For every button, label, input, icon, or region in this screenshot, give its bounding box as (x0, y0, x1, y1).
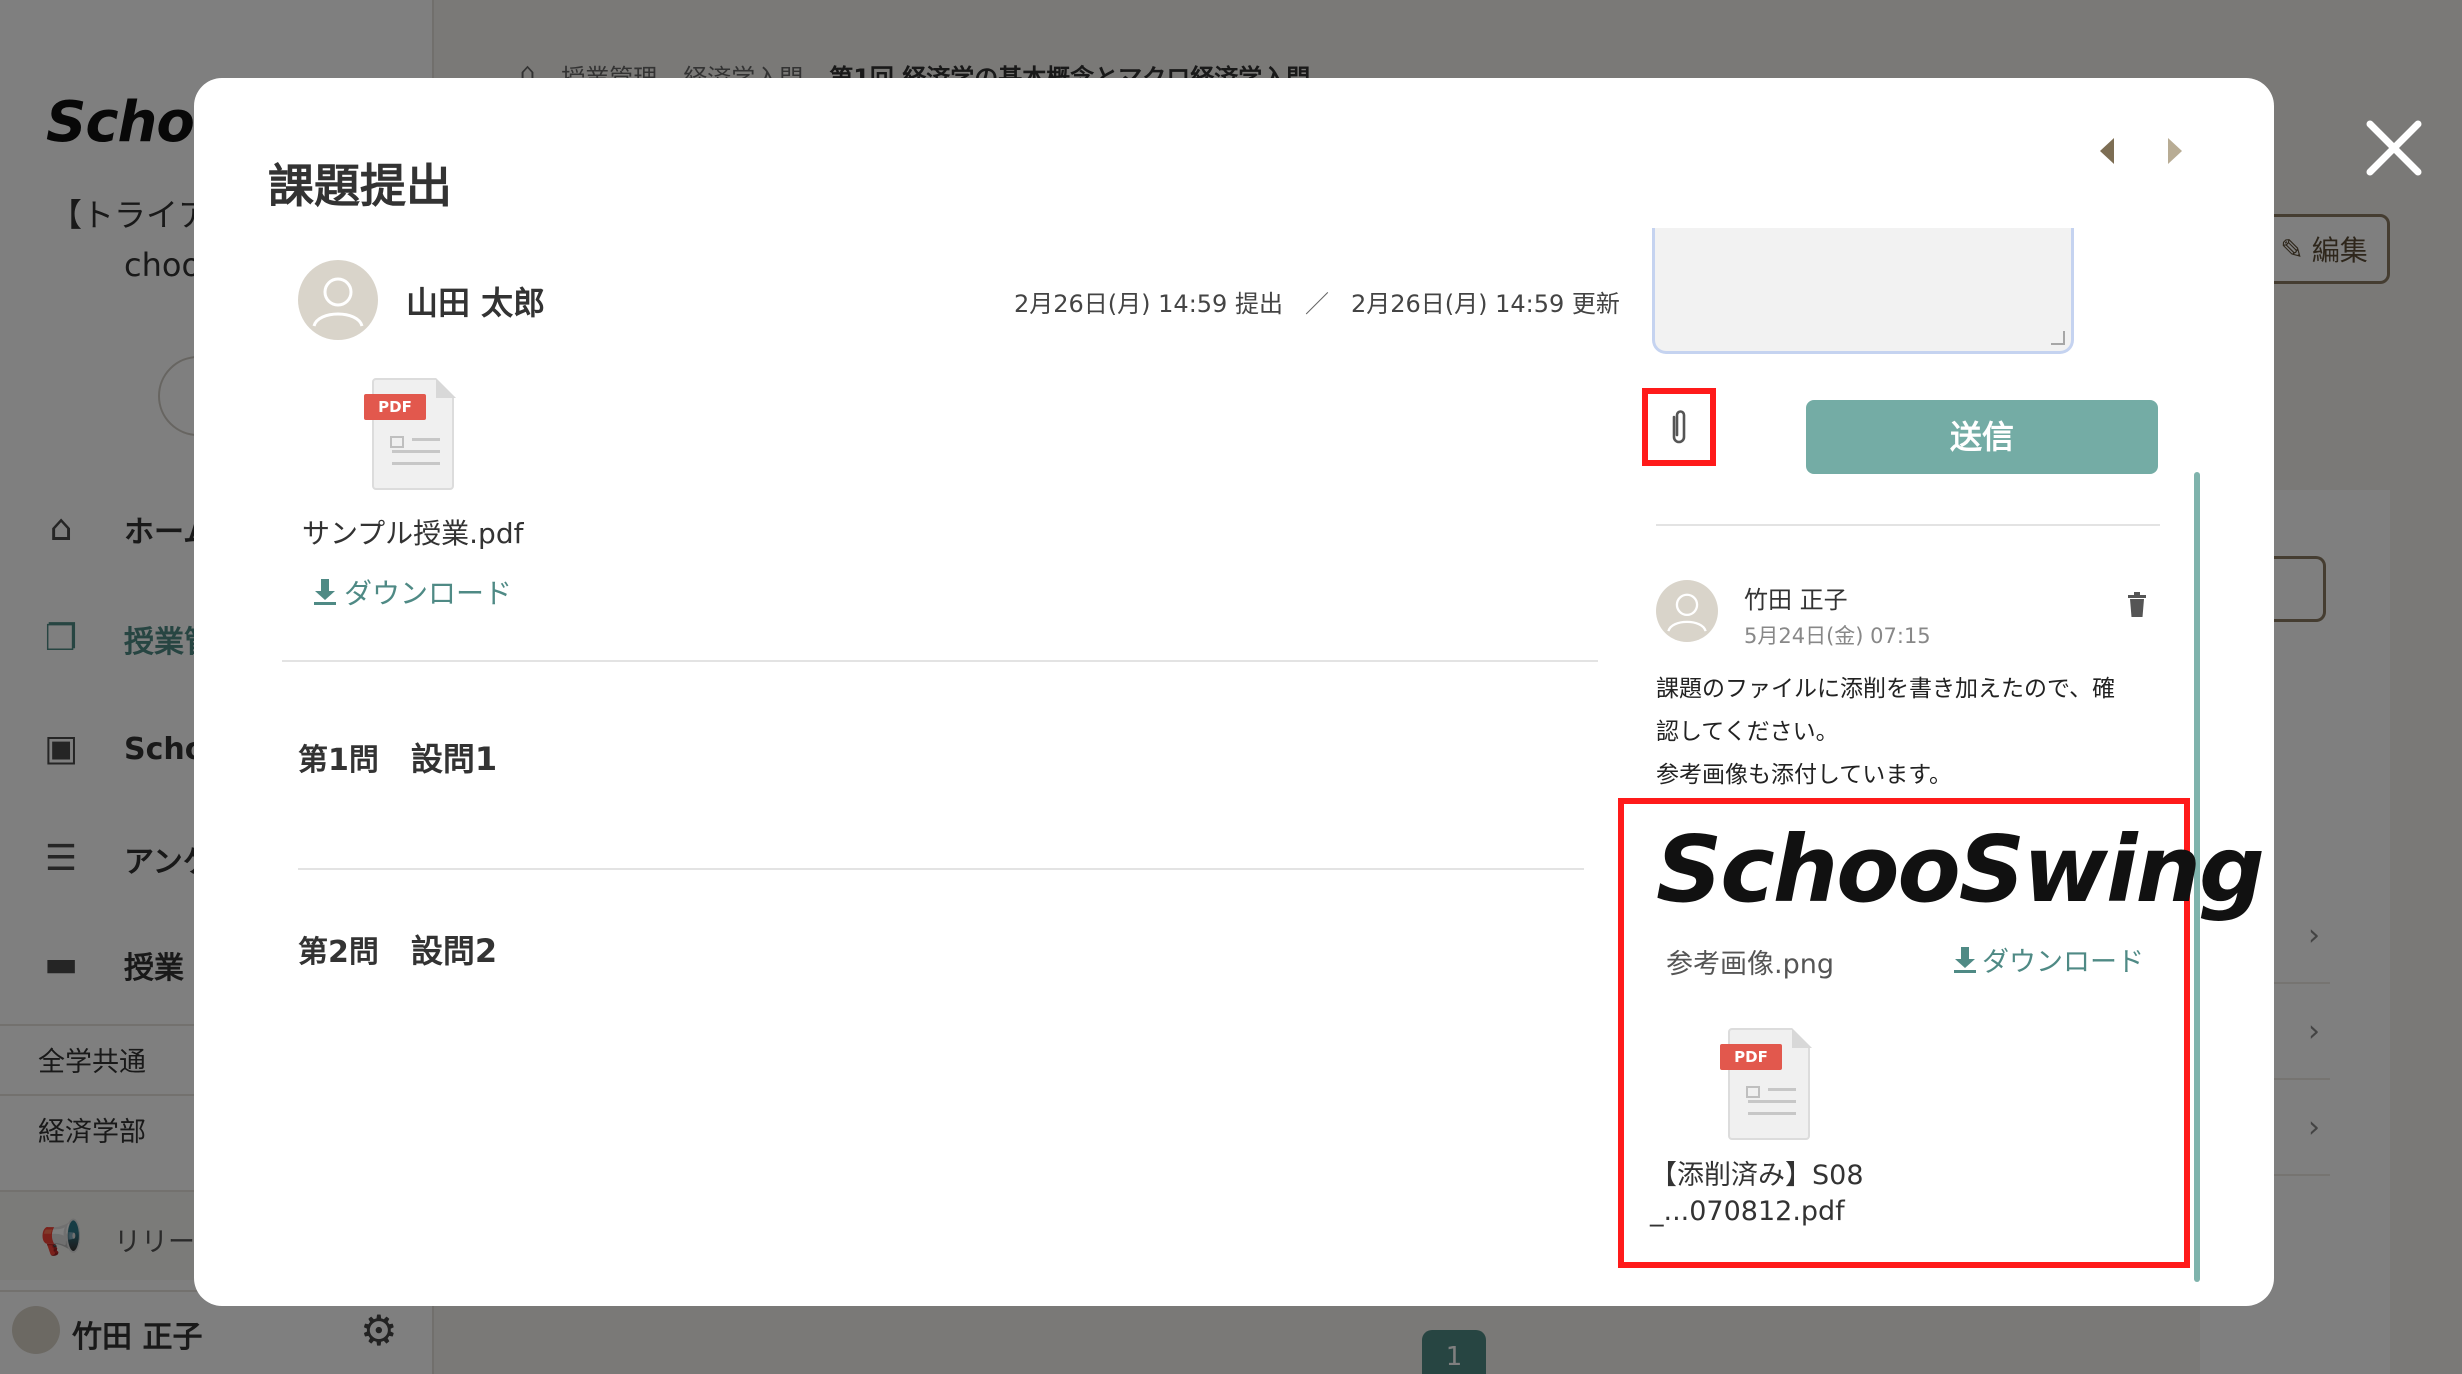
user-icon (1667, 593, 1707, 632)
question-title: 設問2 (410, 932, 498, 970)
resize-handle-icon[interactable] (2051, 331, 2065, 345)
pdf-name-line: 【添削済み】S08 (1650, 1160, 1864, 1191)
pdf-badge: PDF (1720, 1044, 1782, 1070)
comment-body: 課題のファイルに添削を書き加えたので、確 認してください。 参考画像も添付してい… (1656, 668, 2156, 797)
question-number: 第2問 (298, 935, 379, 970)
previous-arrow-icon[interactable] (2100, 138, 2114, 164)
comment-line: 課題のファイルに添削を書き加えたので、確 (1656, 676, 2116, 702)
pdf-file-icon: PDF (364, 378, 464, 498)
download-icon (314, 579, 336, 605)
trash-icon[interactable] (2126, 592, 2148, 618)
avatar (1656, 580, 1718, 642)
attached-image-name: 参考画像.png (1666, 949, 1834, 980)
attach-file-button[interactable] (1642, 388, 1716, 466)
attached-pdf[interactable]: PDF (1720, 1028, 1820, 1148)
submission-modal: 課題提出 山田 太郎 2月26日(月) 14:59 提出／ 2月26日(月) 14… (194, 78, 2274, 1306)
comment-date: 5月24日(金) 07:15 (1744, 624, 1931, 648)
divider (1656, 524, 2160, 526)
pdf-name-line: _...070812.pdf (1650, 1196, 1845, 1227)
date-separator: ／ (1304, 290, 1329, 318)
download-label: ダウンロード (344, 577, 513, 610)
comment-author: 竹田 正子 (1744, 586, 1848, 614)
download-label: ダウンロード (1982, 947, 2144, 978)
paperclip-icon (1672, 410, 1686, 444)
question-row: 第1問 設問1 (298, 734, 497, 780)
question-title: 設問1 (410, 740, 498, 778)
user-icon (312, 277, 364, 327)
pdf-badge: PDF (364, 394, 426, 420)
image-download-link[interactable]: ダウンロード (1954, 940, 2144, 979)
close-icon[interactable] (2364, 118, 2424, 178)
pdf-file-icon: PDF (1720, 1028, 1820, 1148)
file-name: サンプル授業.pdf (302, 517, 524, 550)
avatar (298, 260, 378, 340)
comment-textarea[interactable] (1652, 228, 2074, 354)
next-arrow-icon[interactable] (2168, 138, 2182, 164)
attached-image-preview[interactable]: SchooSwing (1656, 816, 2265, 923)
download-link[interactable]: ダウンロード (314, 572, 512, 612)
attached-pdf-name[interactable]: 【添削済み】S08 _...070812.pdf (1650, 1158, 1950, 1230)
divider (298, 868, 1584, 870)
submission-dates: 2月26日(月) 14:59 提出 ／ 2月26日(月) 14:59 更新 (1014, 284, 1620, 319)
submitter-name: 山田 太郎 (406, 284, 546, 322)
download-icon (1954, 946, 1976, 973)
updated-date: 2月26日(月) 14:59 更新 (1350, 290, 1620, 318)
submitted-date: 2月26日(月) 14:59 提出 (1014, 290, 1283, 318)
send-button[interactable]: 送信 (1806, 400, 2158, 474)
comment-line: 認してください。 (1656, 719, 1839, 745)
modal-title: 課題提出 (268, 159, 452, 213)
question-number: 第1問 (298, 743, 379, 778)
submitted-file[interactable]: PDF サンプル授業.pdf (302, 378, 542, 552)
question-row: 第2問 設問2 (298, 926, 497, 972)
divider (282, 660, 1598, 662)
comment-line: 参考画像も添付しています。 (1656, 762, 1953, 788)
submission-navigation (2092, 130, 2202, 170)
